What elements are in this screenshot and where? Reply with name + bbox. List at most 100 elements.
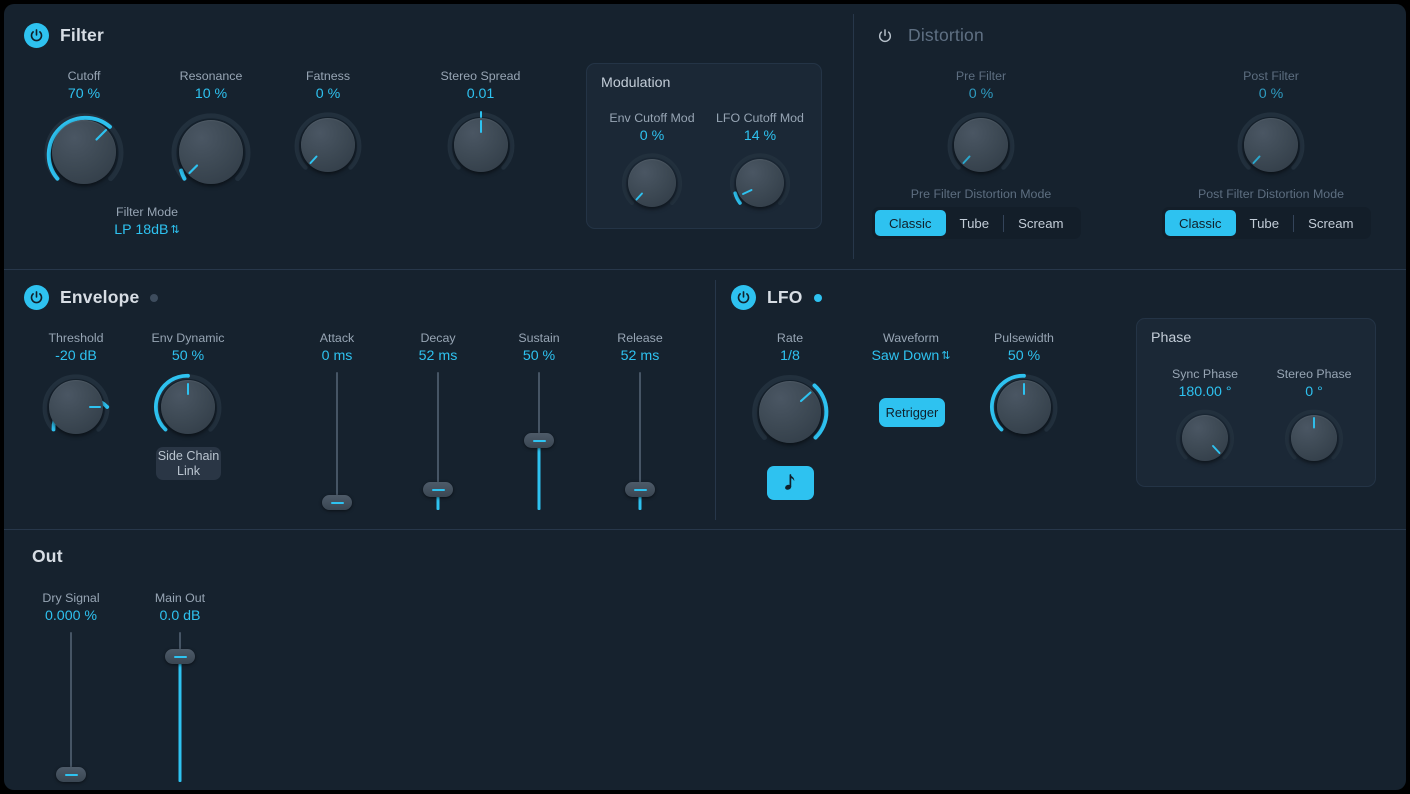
post-filter-value: 0 %	[1216, 85, 1326, 104]
envelope-header: Envelope	[24, 285, 158, 310]
decay-thumb[interactable]	[423, 482, 453, 497]
threshold-value: -20 dB	[25, 347, 127, 366]
env-cutoff-mod-knob[interactable]	[619, 150, 685, 216]
modulation-title: Modulation	[601, 75, 670, 91]
sustain-value: 50 %	[489, 347, 589, 366]
pre-mode-classic-button[interactable]: Classic	[875, 210, 946, 236]
envelope-power-icon[interactable]	[24, 285, 49, 310]
attack-slider[interactable]	[322, 372, 352, 522]
cutoff-control[interactable]: Cutoff 70 %	[29, 68, 139, 196]
filter-section: Filter Cutoff 70 % Resonance 10 %	[4, 4, 1406, 269]
modulation-panel: Modulation Env Cutoff Mod 0 % LFO Cutoff…	[586, 63, 822, 229]
cutoff-knob[interactable]	[40, 108, 128, 196]
filter-mode-value[interactable]: LP 18dB⇅	[92, 221, 202, 241]
post-mode-tube-button[interactable]: Tube	[1236, 210, 1294, 236]
post-mode-classic-button[interactable]: Classic	[1165, 210, 1236, 236]
attack-track	[336, 372, 338, 510]
decay-value: 52 ms	[388, 347, 488, 366]
sustain-control[interactable]: Sustain 50 %	[489, 330, 589, 522]
fatness-knob[interactable]	[291, 108, 365, 182]
lfo-power-icon[interactable]	[731, 285, 756, 310]
stereo-phase-control[interactable]: Stereo Phase 0 °	[1254, 366, 1374, 470]
resonance-knob[interactable]	[167, 108, 255, 196]
stereo-phase-value: 0 °	[1254, 383, 1374, 402]
stereo-spread-knob[interactable]	[444, 108, 518, 182]
release-slider[interactable]	[625, 372, 655, 522]
decay-slider[interactable]	[423, 372, 453, 522]
post-filter-knob[interactable]	[1234, 108, 1308, 182]
post-filter-mode-label: Post Filter Distortion Mode	[1171, 186, 1371, 203]
lfo-cutoff-mod-value: 14 %	[700, 127, 820, 146]
env-dynamic-knob[interactable]	[151, 370, 225, 444]
release-thumb[interactable]	[625, 482, 655, 497]
attack-value: 0 ms	[287, 347, 387, 366]
dry-signal-slider[interactable]	[56, 632, 86, 790]
env-dynamic-control[interactable]: Env Dynamic 50 %	[137, 330, 239, 444]
filter-mode-control[interactable]: Filter Mode LP 18dB⇅	[92, 204, 202, 241]
stereo-phase-knob[interactable]	[1282, 406, 1346, 470]
post-filter-control[interactable]: Post Filter 0 %	[1216, 68, 1326, 182]
pre-mode-tube-button[interactable]: Tube	[946, 210, 1004, 236]
threshold-label: Threshold	[25, 330, 127, 347]
chevron-updown-icon-lfo[interactable]: ⇅	[941, 350, 950, 362]
lfo-pulsewidth-label: Pulsewidth	[969, 330, 1079, 347]
main-out-thumb[interactable]	[165, 649, 195, 664]
lfo-waveform-value[interactable]: Saw Down⇅	[856, 347, 966, 367]
sync-phase-control[interactable]: Sync Phase 180.00 °	[1145, 366, 1265, 470]
release-label: Release	[590, 330, 690, 347]
sustain-thumb[interactable]	[524, 433, 554, 448]
lfo-cutoff-mod-control[interactable]: LFO Cutoff Mod 14 %	[700, 110, 820, 216]
distortion-title: Distortion	[908, 25, 984, 46]
dry-signal-thumb[interactable]	[56, 767, 86, 782]
eighth-note-icon	[783, 474, 798, 492]
pre-filter-control[interactable]: Pre Filter 0 %	[926, 68, 1036, 182]
pre-filter-mode-segmented[interactable]: Classic Tube Scream	[872, 207, 1081, 239]
attack-thumb[interactable]	[322, 495, 352, 510]
lfo-pulsewidth-value: 50 %	[969, 347, 1079, 366]
env-dynamic-label: Env Dynamic	[137, 330, 239, 347]
dry-signal-control[interactable]: Dry Signal 0.000 %	[21, 590, 121, 790]
pre-filter-knob[interactable]	[944, 108, 1018, 182]
lfo-waveform-control[interactable]: Waveform Saw Down⇅	[856, 330, 966, 367]
lfo-retrigger-button[interactable]: Retrigger	[879, 398, 945, 427]
fatness-control[interactable]: Fatness 0 %	[278, 68, 378, 182]
post-mode-scream-button[interactable]: Scream	[1294, 210, 1367, 236]
side-chain-link-button[interactable]: Side Chain Link	[156, 447, 221, 480]
chevron-updown-icon[interactable]: ⇅	[170, 224, 179, 236]
sustain-slider[interactable]	[524, 372, 554, 522]
release-control[interactable]: Release 52 ms	[590, 330, 690, 522]
distortion-power-icon[interactable]	[872, 23, 897, 48]
env-cutoff-mod-control[interactable]: Env Cutoff Mod 0 %	[592, 110, 712, 216]
main-out-control[interactable]: Main Out 0.0 dB	[130, 590, 230, 790]
fatness-value: 0 %	[278, 85, 378, 104]
main-out-label: Main Out	[130, 590, 230, 607]
lfo-rate-control[interactable]: Rate 1/8	[740, 330, 840, 454]
pre-mode-scream-button[interactable]: Scream	[1004, 210, 1077, 236]
stereo-spread-label: Stereo Spread	[423, 68, 538, 85]
phase-panel: Phase Sync Phase 180.00 ° Stereo Phase 0…	[1136, 318, 1376, 487]
envelope-title: Envelope	[60, 287, 139, 308]
attack-control[interactable]: Attack 0 ms	[287, 330, 387, 522]
resonance-value: 10 %	[156, 85, 266, 104]
lfo-activity-indicator	[814, 294, 822, 302]
cutoff-label: Cutoff	[29, 68, 139, 85]
lfo-note-sync-button[interactable]	[767, 466, 814, 500]
env-cutoff-mod-value: 0 %	[592, 127, 712, 146]
lfo-rate-knob[interactable]	[748, 370, 832, 454]
sustain-fill	[538, 441, 541, 510]
threshold-control[interactable]: Threshold -20 dB	[25, 330, 127, 444]
lfo-cutoff-mod-knob[interactable]	[727, 150, 793, 216]
filter-power-icon[interactable]	[24, 23, 49, 48]
plugin-window: Filter Cutoff 70 % Resonance 10 %	[4, 4, 1406, 790]
decay-control[interactable]: Decay 52 ms	[388, 330, 488, 522]
lfo-pulsewidth-control[interactable]: Pulsewidth 50 %	[969, 330, 1079, 444]
post-filter-mode-segmented[interactable]: Classic Tube Scream	[1162, 207, 1371, 239]
sync-phase-knob[interactable]	[1173, 406, 1237, 470]
post-filter-mode-label-wrap: Post Filter Distortion Mode	[1171, 186, 1371, 203]
dry-signal-track	[70, 632, 72, 782]
stereo-spread-control[interactable]: Stereo Spread 0.01	[423, 68, 538, 182]
threshold-knob[interactable]	[39, 370, 113, 444]
lfo-pulsewidth-knob[interactable]	[987, 370, 1061, 444]
main-out-slider[interactable]	[165, 632, 195, 790]
resonance-control[interactable]: Resonance 10 %	[156, 68, 266, 196]
